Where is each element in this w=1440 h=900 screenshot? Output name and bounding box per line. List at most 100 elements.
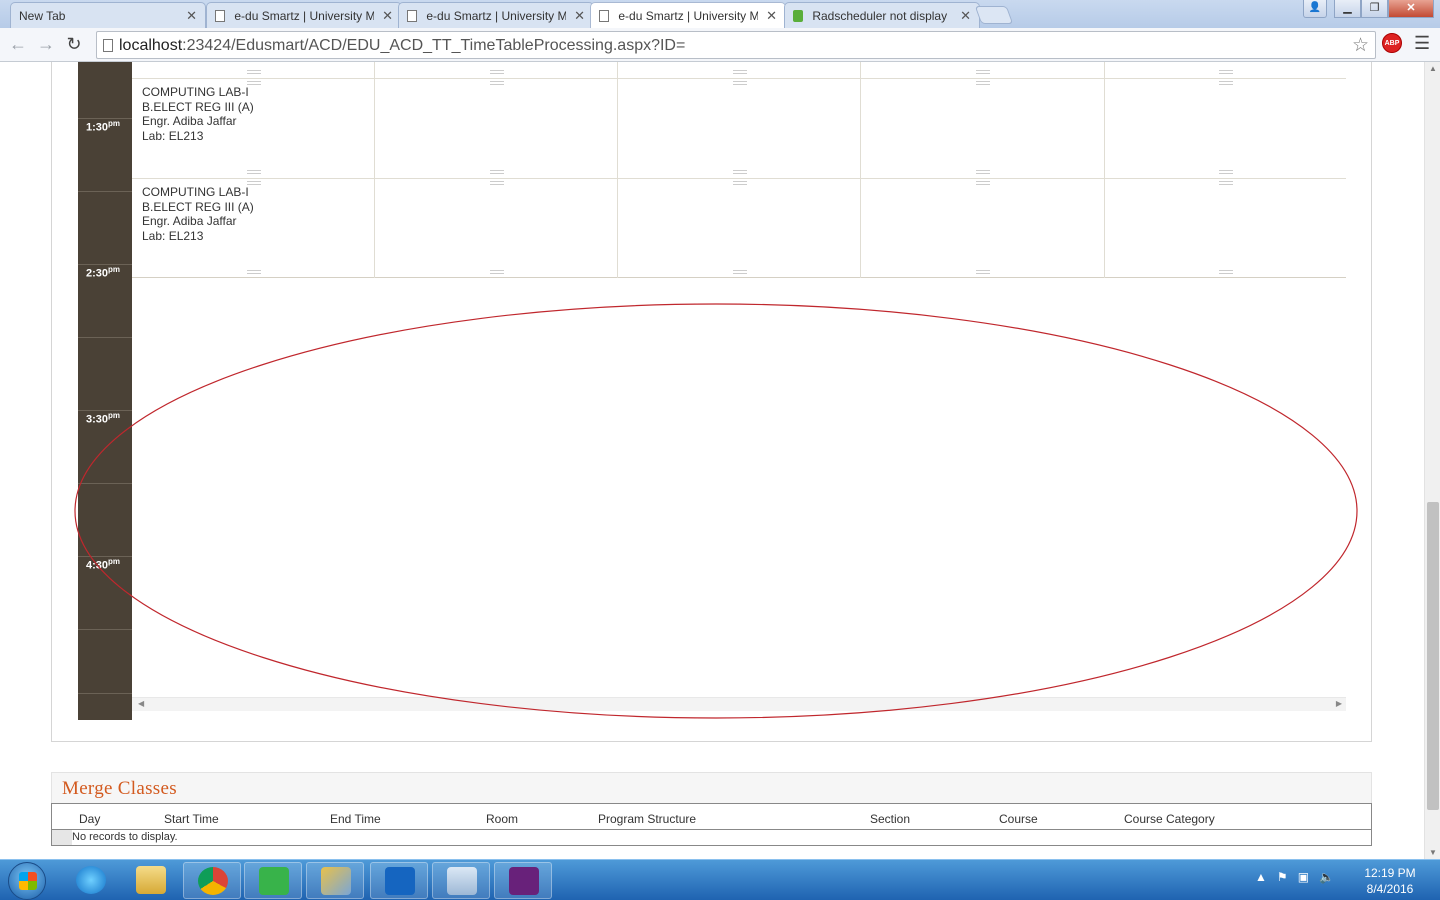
- taskbar-visual-studio[interactable]: [494, 862, 552, 899]
- column-header-room[interactable]: Room: [486, 812, 518, 826]
- system-tray: ▲ ⚑ ▣ 🔈: [1255, 870, 1334, 884]
- taskbar-tools[interactable]: [306, 862, 364, 899]
- resize-grip-icon[interactable]: [490, 70, 504, 74]
- resize-grip-icon[interactable]: [247, 170, 261, 174]
- notepad-icon: [447, 867, 477, 895]
- resize-grip-icon[interactable]: [1219, 181, 1233, 185]
- taskbar-outlook[interactable]: [370, 862, 428, 899]
- rad-favicon-icon: [793, 10, 803, 22]
- time-slot[interactable]: [861, 179, 1105, 278]
- close-icon[interactable]: ✕: [960, 8, 971, 24]
- resize-grip-icon[interactable]: [490, 170, 504, 174]
- resize-grip-icon[interactable]: [976, 181, 990, 185]
- time-slot[interactable]: [1105, 179, 1346, 278]
- volume-icon[interactable]: 🔈: [1319, 870, 1334, 884]
- forward-arrow-icon[interactable]: →: [34, 33, 58, 57]
- scroll-up-icon[interactable]: ▲: [1429, 64, 1437, 73]
- resize-grip-icon[interactable]: [247, 81, 261, 85]
- reload-icon[interactable]: ↻: [62, 33, 86, 57]
- resize-grip-icon[interactable]: [976, 70, 990, 74]
- horizontal-scrollbar[interactable]: ◀ ▶: [132, 697, 1346, 711]
- column-header-section[interactable]: Section: [870, 812, 910, 826]
- close-icon[interactable]: ✕: [574, 8, 585, 24]
- time-slot[interactable]: [1105, 79, 1346, 179]
- time-slot[interactable]: [375, 179, 618, 278]
- time-slot[interactable]: [618, 79, 861, 179]
- column-header-day[interactable]: Day: [79, 812, 100, 826]
- resize-grip-icon[interactable]: [1219, 170, 1233, 174]
- tab-title: New Tab: [19, 9, 66, 23]
- resize-grip-icon[interactable]: [733, 81, 747, 85]
- resize-grip-icon[interactable]: [247, 270, 261, 274]
- scroll-left-icon[interactable]: ◀: [138, 699, 144, 708]
- column-header-course-category[interactable]: Course Category: [1124, 812, 1215, 826]
- action-center-flag-icon[interactable]: ⚑: [1277, 870, 1288, 884]
- resize-grip-icon[interactable]: [247, 70, 261, 74]
- user-profile-icon[interactable]: 👤: [1303, 0, 1327, 18]
- show-hidden-icons-icon[interactable]: ▲: [1255, 870, 1267, 884]
- appointment[interactable]: COMPUTING LAB-I B.ELECT REG III (A) Engr…: [142, 185, 254, 243]
- time-slot[interactable]: [375, 79, 618, 179]
- resize-grip-icon[interactable]: [976, 270, 990, 274]
- tab-new-tab[interactable]: New Tab ✕: [10, 2, 206, 28]
- no-records-message: No records to display.: [72, 831, 178, 843]
- close-icon[interactable]: ✕: [382, 8, 393, 24]
- page-viewport: 1:30pm 2:30pm 3:30pm 4:30pm COMPUTING LA: [0, 62, 1424, 859]
- resize-grip-icon[interactable]: [1219, 81, 1233, 85]
- resize-grip-icon[interactable]: [733, 270, 747, 274]
- resize-grip-icon[interactable]: [976, 170, 990, 174]
- chrome-icon: [198, 867, 228, 895]
- column-header-course[interactable]: Course: [999, 812, 1038, 826]
- resize-grip-icon[interactable]: [1219, 70, 1233, 74]
- resize-grip-icon[interactable]: [976, 81, 990, 85]
- taskbar-notepad[interactable]: [432, 862, 490, 899]
- scroll-right-icon[interactable]: ▶: [1336, 699, 1342, 708]
- address-bar[interactable]: localhost:23424/Edusmart/ACD/EDU_ACD_TT_…: [96, 31, 1376, 59]
- minimize-button[interactable]: ▁: [1334, 0, 1361, 18]
- bookmark-star-icon[interactable]: ☆: [1352, 34, 1369, 57]
- tab-edu-smartz-1[interactable]: e-du Smartz | University M ✕: [206, 2, 402, 28]
- taskbar-app-green[interactable]: [244, 862, 302, 899]
- appointment-slot[interactable]: COMPUTING LAB-I B.ELECT REG III (A) Engr…: [132, 79, 375, 179]
- adblock-plus-icon[interactable]: ABP: [1382, 33, 1402, 53]
- column-header-program-structure[interactable]: Program Structure: [598, 812, 696, 826]
- network-icon[interactable]: ▣: [1298, 870, 1309, 884]
- appointment-teacher: Engr. Adiba Jaffar: [142, 114, 237, 128]
- clock-time: 12:19 PM: [1364, 866, 1416, 880]
- resize-grip-icon[interactable]: [1219, 270, 1233, 274]
- new-tab-button[interactable]: [974, 6, 1014, 24]
- appointment-course: COMPUTING LAB-I: [142, 85, 249, 99]
- taskbar-chrome[interactable]: [183, 862, 241, 899]
- tab-radscheduler[interactable]: Radscheduler not display ✕: [784, 2, 980, 28]
- resize-grip-icon[interactable]: [733, 170, 747, 174]
- appointment-course: COMPUTING LAB-I: [142, 185, 249, 199]
- time-tick: [78, 693, 132, 694]
- close-icon[interactable]: ✕: [766, 8, 777, 24]
- taskbar-internet-explorer[interactable]: [62, 862, 120, 899]
- back-arrow-icon[interactable]: ←: [6, 33, 30, 57]
- resize-grip-icon[interactable]: [247, 181, 261, 185]
- resize-grip-icon[interactable]: [490, 181, 504, 185]
- time-slot[interactable]: [861, 79, 1105, 179]
- tab-edu-smartz-2[interactable]: e-du Smartz | University M ✕: [398, 2, 594, 28]
- column-header-end-time[interactable]: End Time: [330, 812, 381, 826]
- appointment[interactable]: COMPUTING LAB-I B.ELECT REG III (A) Engr…: [142, 85, 254, 143]
- window-close-button[interactable]: ✕: [1388, 0, 1434, 18]
- tab-edu-smartz-active[interactable]: e-du Smartz | University M ✕: [590, 2, 786, 29]
- page-vertical-scrollbar[interactable]: ▲ ▼: [1424, 62, 1440, 859]
- maximize-button[interactable]: ❐: [1361, 0, 1388, 18]
- resize-grip-icon[interactable]: [733, 181, 747, 185]
- resize-grip-icon[interactable]: [733, 70, 747, 74]
- appointment-slot[interactable]: COMPUTING LAB-I B.ELECT REG III (A) Engr…: [132, 179, 375, 278]
- scroll-down-icon[interactable]: ▼: [1429, 848, 1437, 857]
- time-slot[interactable]: [618, 179, 861, 278]
- column-header-start-time[interactable]: Start Time: [164, 812, 219, 826]
- start-button[interactable]: [8, 862, 46, 900]
- hamburger-menu-icon[interactable]: ☰: [1414, 33, 1430, 54]
- scrollbar-thumb[interactable]: [1427, 502, 1439, 810]
- close-icon[interactable]: ✕: [186, 8, 197, 24]
- resize-grip-icon[interactable]: [490, 270, 504, 274]
- taskbar-file-explorer[interactable]: [122, 862, 180, 899]
- resize-grip-icon[interactable]: [490, 81, 504, 85]
- taskbar-clock[interactable]: 12:19 PM 8/4/2016: [1360, 865, 1420, 897]
